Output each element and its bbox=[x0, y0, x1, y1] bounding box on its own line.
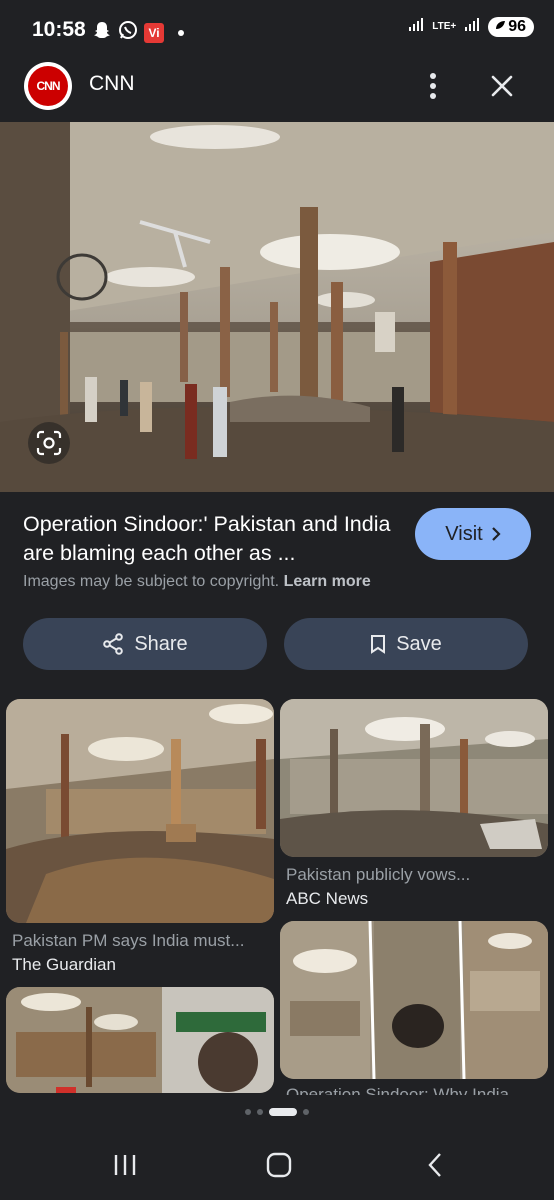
vi-app-icon: Vi bbox=[144, 22, 164, 43]
network-type: LTE+ bbox=[432, 20, 457, 32]
related-title-2[interactable]: Pakistan publicly vows... bbox=[286, 865, 548, 885]
page-dot-active bbox=[269, 1108, 297, 1116]
chevron-right-icon bbox=[491, 527, 501, 541]
related-title-3[interactable]: Operation Sindoor: Why India... bbox=[286, 1085, 548, 1095]
related-source-1: The Guardian bbox=[12, 955, 116, 974]
main-image[interactable] bbox=[0, 122, 554, 492]
related-photo-1 bbox=[6, 699, 274, 923]
google-lens-button[interactable] bbox=[28, 422, 70, 464]
lens-icon bbox=[36, 430, 62, 456]
page-dot bbox=[257, 1109, 263, 1115]
visit-button[interactable]: Visit bbox=[415, 508, 531, 560]
related-source-2: ABC News bbox=[286, 889, 369, 908]
whatsapp-icon bbox=[118, 20, 138, 45]
bookmark-icon bbox=[371, 635, 386, 654]
status-bar: 10:58 Vi LTE+ 96 bbox=[0, 0, 554, 56]
more-vert-icon bbox=[430, 73, 436, 99]
save-label: Save bbox=[396, 632, 442, 655]
result-info: Operation Sindoor:' Pakistan and India a… bbox=[0, 492, 554, 612]
battery-saver-icon bbox=[494, 18, 506, 36]
recents-icon bbox=[114, 1155, 136, 1175]
notification-icons: Vi bbox=[92, 20, 184, 45]
source-logo[interactable]: CNN bbox=[24, 62, 72, 110]
page-dot bbox=[303, 1109, 309, 1115]
recents-button[interactable] bbox=[100, 1148, 150, 1182]
viewer-header: CNN CNN bbox=[0, 56, 554, 122]
battery-indicator: 96 bbox=[488, 16, 534, 37]
signal-icon bbox=[408, 16, 424, 37]
related-image-3[interactable] bbox=[280, 921, 548, 1079]
back-button[interactable] bbox=[410, 1148, 460, 1182]
more-notifications-dot bbox=[178, 29, 184, 36]
source-name[interactable]: CNN bbox=[89, 72, 135, 96]
action-row: Share Save bbox=[0, 618, 554, 670]
cnn-logo: CNN bbox=[28, 66, 68, 106]
home-icon bbox=[266, 1152, 292, 1178]
related-image-1[interactable] bbox=[6, 699, 274, 923]
status-right: LTE+ 96 bbox=[408, 16, 534, 37]
copyright-notice: Images may be subject to copyright. Lear… bbox=[23, 573, 371, 591]
related-title-1[interactable]: Pakistan PM says India must... bbox=[12, 931, 274, 951]
snapchat-icon bbox=[92, 20, 112, 45]
battery-level: 96 bbox=[508, 17, 526, 35]
related-photo-3 bbox=[280, 921, 548, 1079]
learn-more-link[interactable]: Learn more bbox=[284, 573, 371, 590]
share-label: Share bbox=[134, 632, 188, 655]
related-photo-2 bbox=[280, 699, 548, 857]
related-image-2[interactable] bbox=[280, 699, 548, 857]
save-button[interactable]: Save bbox=[284, 618, 528, 670]
copyright-text: Images may be subject to copyright. bbox=[23, 573, 280, 590]
result-title[interactable]: Operation Sindoor:' Pakistan and India a… bbox=[23, 510, 393, 568]
system-nav-bar bbox=[0, 1130, 554, 1200]
damaged-hall-photo bbox=[0, 122, 554, 492]
back-icon bbox=[428, 1153, 441, 1177]
share-button[interactable]: Share bbox=[23, 618, 267, 670]
status-time: 10:58 bbox=[32, 18, 86, 41]
page-indicator bbox=[0, 1105, 554, 1119]
visit-label: Visit bbox=[445, 522, 483, 545]
page-dot bbox=[245, 1109, 251, 1115]
close-button[interactable] bbox=[484, 68, 520, 104]
signal-icon-2 bbox=[464, 16, 480, 37]
more-options-button[interactable] bbox=[418, 68, 448, 104]
share-icon bbox=[103, 633, 124, 655]
home-button[interactable] bbox=[254, 1148, 304, 1182]
related-image-4[interactable] bbox=[6, 987, 274, 1093]
related-photo-4 bbox=[6, 987, 274, 1093]
close-icon bbox=[491, 75, 513, 97]
